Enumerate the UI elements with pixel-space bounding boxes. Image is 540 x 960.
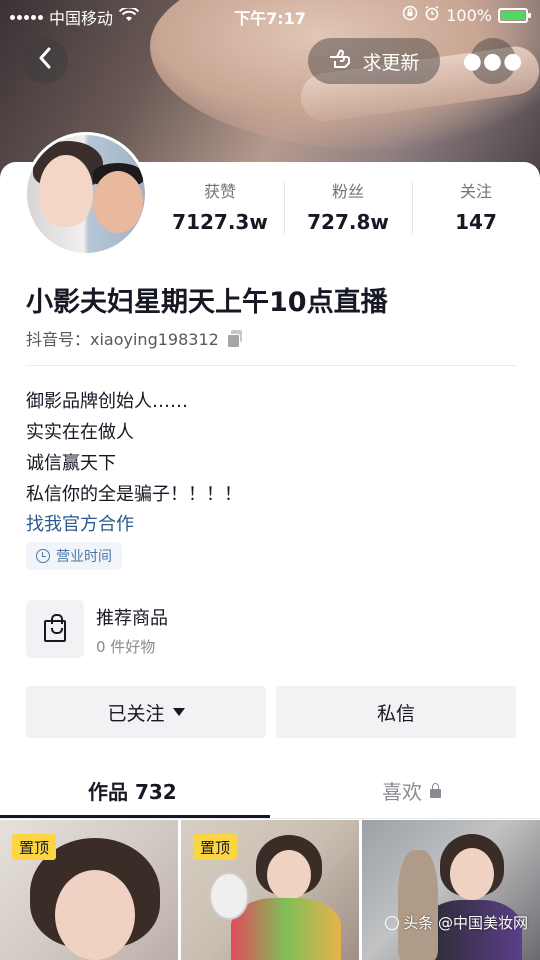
business-hours-label: 营业时间 xyxy=(56,549,112,565)
pinned-badge: 置顶 xyxy=(193,834,238,860)
rotation-lock-icon xyxy=(402,5,418,25)
bio-line: 私信你的全是骗子！！！！ xyxy=(26,484,242,505)
tab-likes-label: 喜欢 xyxy=(382,780,422,804)
stat-fans-value: 727.8w xyxy=(307,210,389,234)
video-thumbnail[interactable]: 置顶 xyxy=(181,820,359,960)
stat-likes-label: 获赞 xyxy=(203,182,236,201)
content-tabs: 作品 732 喜欢 xyxy=(0,760,540,818)
status-bar: 中国移动 下午7:17 100% xyxy=(0,0,540,32)
copy-icon[interactable] xyxy=(226,330,243,348)
douyin-id: 抖音号：xiaoying198312 xyxy=(26,326,243,350)
cooperation-link[interactable]: 找我官方合作 xyxy=(26,510,134,536)
watermark-text: 头条 @中国美妆网 xyxy=(403,914,528,932)
battery-icon xyxy=(498,7,531,23)
lock-icon xyxy=(430,782,441,798)
stat-following-value: 147 xyxy=(455,210,497,234)
request-update-button[interactable]: 求更新 xyxy=(308,38,440,84)
more-options-button[interactable]: ●●● xyxy=(463,38,522,84)
douyin-id-text: 抖音号：xiaoying198312 xyxy=(26,330,219,349)
shopping-bag-icon xyxy=(44,614,66,642)
following-label: 已关注 xyxy=(107,702,165,725)
recommended-products[interactable]: 推荐商品 0 件好物 xyxy=(26,600,506,660)
message-button[interactable]: 私信 xyxy=(276,686,516,738)
video-thumbnail[interactable]: 置顶 xyxy=(0,820,178,960)
stat-following[interactable]: 关注 147 xyxy=(412,178,540,238)
more-dots-icon: ●●● xyxy=(462,48,524,74)
battery-percent: 100% xyxy=(446,5,492,25)
shop-icon-box xyxy=(26,600,84,658)
watermark-logo-icon xyxy=(385,915,400,930)
pinned-badge: 置顶 xyxy=(12,834,57,860)
video-thumbnail[interactable] xyxy=(362,820,540,960)
clock-icon xyxy=(36,549,50,563)
bio-line: 诚信赢天下 xyxy=(26,453,116,474)
watermark: 头条 @中国美妆网 xyxy=(385,912,528,933)
video-grid: 置顶 置顶 xyxy=(0,820,540,960)
profile-name: 小影夫妇星期天上午10点直播 xyxy=(26,287,388,318)
pointing-hand-icon xyxy=(328,48,352,75)
profile-stats: 获赞 7127.3w 粉丝 727.8w 关注 147 xyxy=(156,178,540,238)
stat-fans[interactable]: 粉丝 727.8w xyxy=(284,178,412,238)
profile-divider xyxy=(26,365,516,366)
profile-bio: 御影品牌创始人…… 实实在在做人 诚信赢天下 私信你的全是骗子！！！！ xyxy=(26,386,242,510)
back-button[interactable] xyxy=(22,38,68,84)
stat-following-label: 关注 xyxy=(459,182,492,201)
stat-fans-label: 粉丝 xyxy=(331,182,364,201)
chevron-left-icon xyxy=(38,46,52,76)
stat-likes-value: 7127.3w xyxy=(172,210,268,234)
business-hours-tag[interactable]: 营业时间 xyxy=(26,542,122,570)
tab-works[interactable]: 作品 732 xyxy=(88,776,177,805)
battery-level-fill xyxy=(501,10,525,20)
alarm-icon xyxy=(424,5,440,25)
following-button[interactable]: 已关注 xyxy=(26,686,266,738)
request-update-label: 求更新 xyxy=(362,51,420,74)
shop-subtitle: 0 件好物 xyxy=(96,638,156,656)
status-right: 100% xyxy=(402,5,531,25)
bio-line: 御影品牌创始人…… xyxy=(26,391,188,412)
tab-divider xyxy=(0,818,540,819)
avatar[interactable] xyxy=(24,132,148,256)
stat-likes[interactable]: 获赞 7127.3w xyxy=(156,178,284,238)
tab-likes[interactable]: 喜欢 xyxy=(382,776,441,805)
bio-line: 实实在在做人 xyxy=(26,422,134,443)
shop-title: 推荐商品 xyxy=(96,608,168,629)
message-label: 私信 xyxy=(376,702,415,725)
caret-down-icon xyxy=(172,708,185,716)
